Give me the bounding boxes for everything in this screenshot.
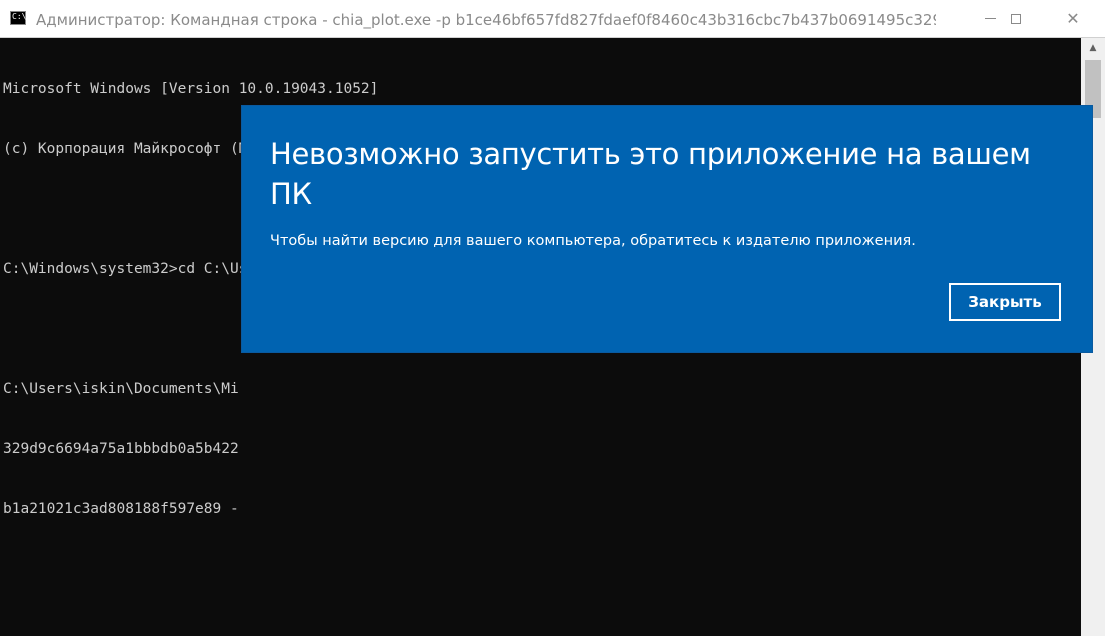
- close-icon: ✕: [1066, 9, 1080, 28]
- close-button-label: Закрыть: [968, 293, 1042, 311]
- title-bar[interactable]: C:\_ Администратор: Командная строка - c…: [0, 0, 1105, 38]
- scroll-up-arrow-icon[interactable]: ▲: [1081, 38, 1105, 58]
- console-line: b1a21021c3ad808188f597e89 -: [3, 501, 239, 517]
- close-window-button[interactable]: ✕: [1050, 0, 1096, 37]
- maximize-button[interactable]: [993, 0, 1039, 37]
- maximize-icon: [1011, 13, 1021, 24]
- cmd-icon: C:\_: [10, 11, 31, 25]
- cmd-icon-text: C:\_: [12, 12, 32, 21]
- dialog-message: Чтобы найти версию для вашего компьютера…: [270, 233, 916, 249]
- console-line: 329d9c6694a75a1bbbdb0a5b422: [3, 441, 239, 457]
- console-line: Microsoft Windows [Version 10.0.19043.10…: [3, 81, 379, 97]
- cmd-window: C:\_ Администратор: Командная строка - c…: [0, 0, 1105, 636]
- window-title: Администратор: Командная строка - chia_p…: [36, 11, 936, 29]
- error-dialog: Невозможно запустить это приложение на в…: [242, 106, 1092, 352]
- dialog-title: Невозможно запустить это приложение на в…: [270, 137, 1031, 211]
- console-line: C:\Users\iskin\Documents\Mi: [3, 381, 239, 397]
- close-button[interactable]: Закрыть: [949, 283, 1061, 321]
